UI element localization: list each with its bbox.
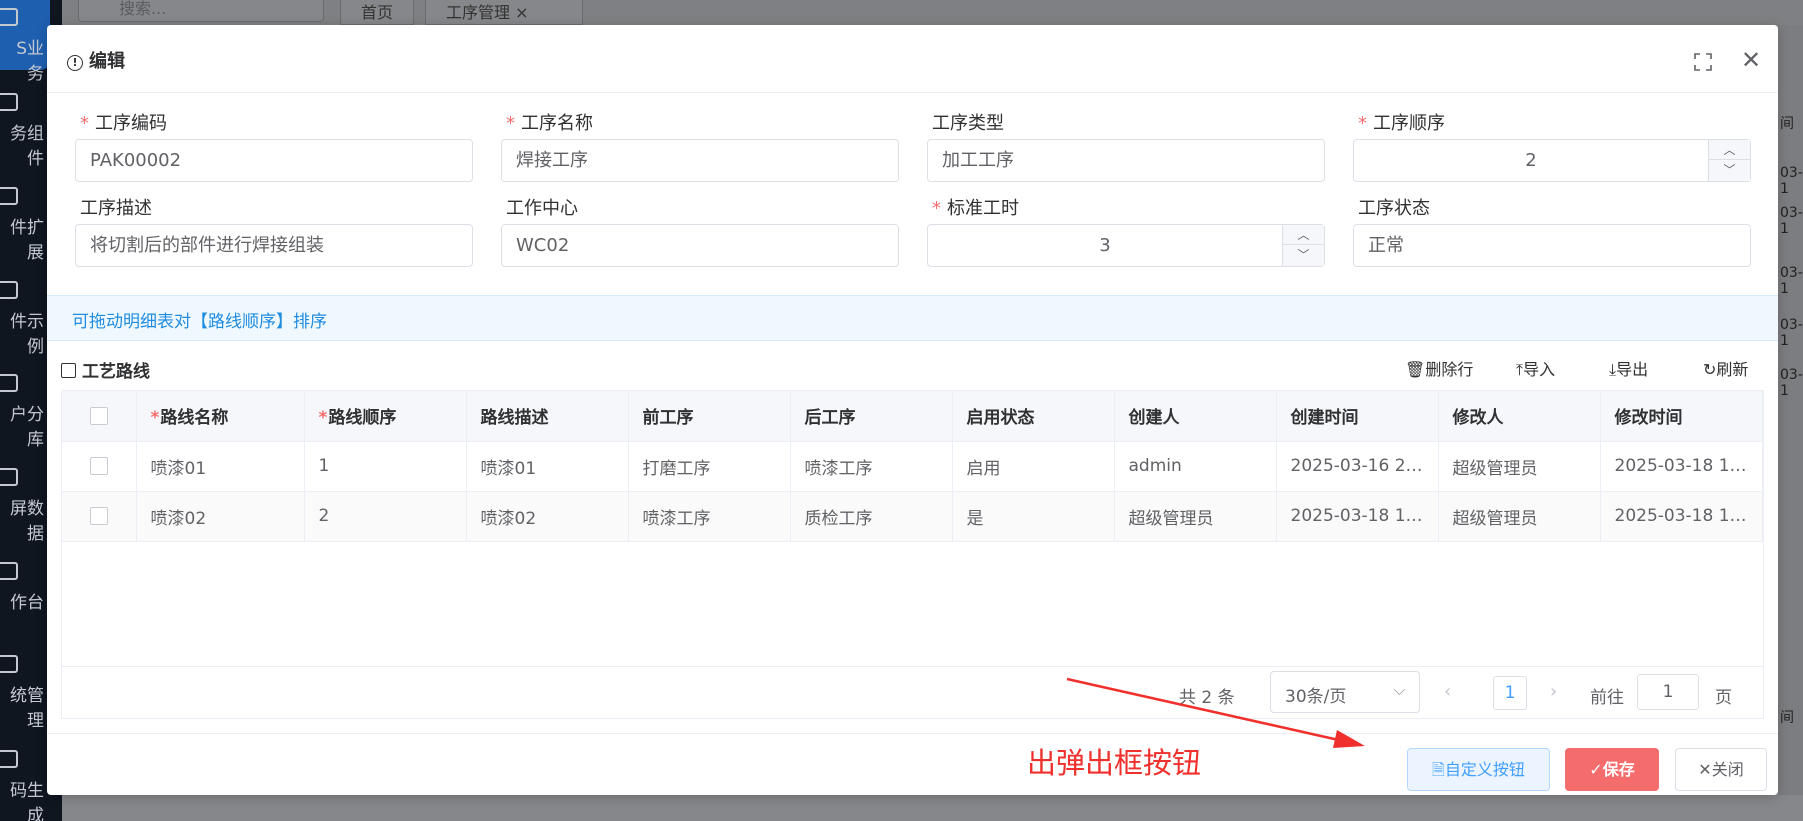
annotation-arrow (1066, 677, 1365, 748)
annotation-text: 出弹出框按钮 (1027, 746, 1202, 780)
